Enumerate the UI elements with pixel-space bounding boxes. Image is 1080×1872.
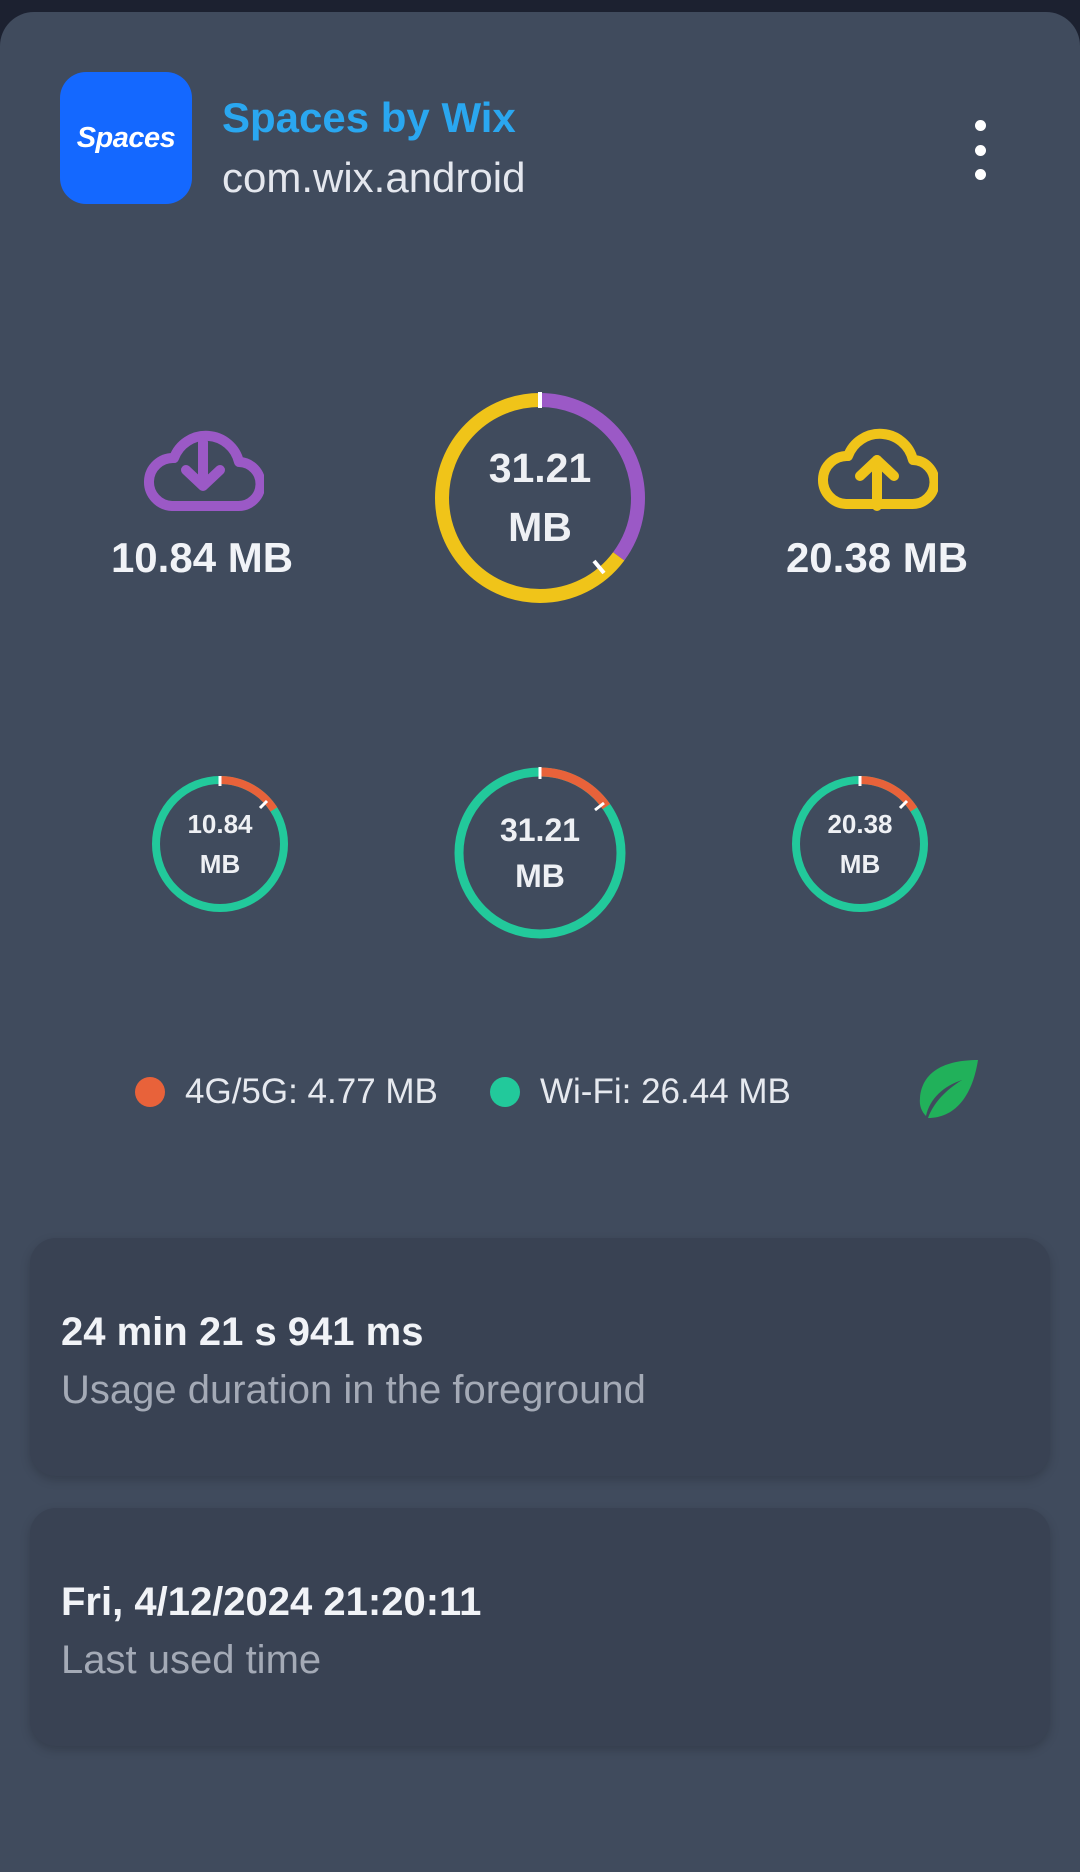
app-icon[interactable]: Spaces	[60, 72, 192, 204]
upload-ring-unit: MB	[839, 849, 881, 879]
usage-duration-label: Usage duration in the foreground	[61, 1368, 646, 1412]
legend-mobile-label: 4G/5G: 4.77 MB	[185, 1072, 438, 1111]
legend-wifi: Wi-Fi: 26.44 MB	[490, 1070, 791, 1114]
last-used-card[interactable]: Fri, 4/12/2024 21:20:11 Last used time	[30, 1508, 1050, 1746]
mobile-dot-icon	[135, 1077, 165, 1107]
total-unit: MB	[508, 504, 572, 550]
total-usage-ring: 31.21 MB	[432, 390, 648, 606]
upload-ring-value: 20.38	[827, 809, 893, 839]
legend-wifi-label: Wi-Fi: 26.44 MB	[540, 1072, 791, 1111]
app-detail-sheet: Spaces Spaces by Wix com.wix.android 10.…	[0, 12, 1080, 1872]
upload-network-ring: 20.38 MB	[790, 774, 930, 914]
last-used-label: Last used time	[61, 1638, 322, 1682]
cloud-upload-icon	[818, 428, 938, 511]
download-total: 10.84 MB	[110, 534, 294, 581]
app-name: Spaces by Wix	[222, 94, 516, 141]
usage-duration-card[interactable]: 24 min 21 s 941 ms Usage duration in the…	[30, 1238, 1050, 1476]
package-name: com.wix.android	[222, 154, 526, 201]
download-network-ring: 10.84 MB	[150, 774, 290, 914]
total-network-ring: 31.21 MB	[452, 765, 628, 941]
wifi-dot-icon	[490, 1077, 520, 1107]
total-ring-unit: MB	[515, 858, 565, 894]
total-value: 31.21	[488, 445, 592, 491]
total-ring-value: 31.21	[499, 812, 581, 848]
more-vert-icon[interactable]	[960, 120, 1000, 180]
legend-mobile: 4G/5G: 4.77 MB	[135, 1070, 438, 1114]
download-ring-unit: MB	[199, 849, 241, 879]
usage-duration-value: 24 min 21 s 941 ms	[61, 1310, 424, 1354]
last-used-value: Fri, 4/12/2024 21:20:11	[61, 1580, 482, 1624]
leaf-icon[interactable]	[914, 1058, 980, 1120]
download-ring-value: 10.84	[187, 809, 253, 839]
cloud-download-icon	[144, 430, 264, 512]
upload-total: 20.38 MB	[785, 534, 969, 581]
